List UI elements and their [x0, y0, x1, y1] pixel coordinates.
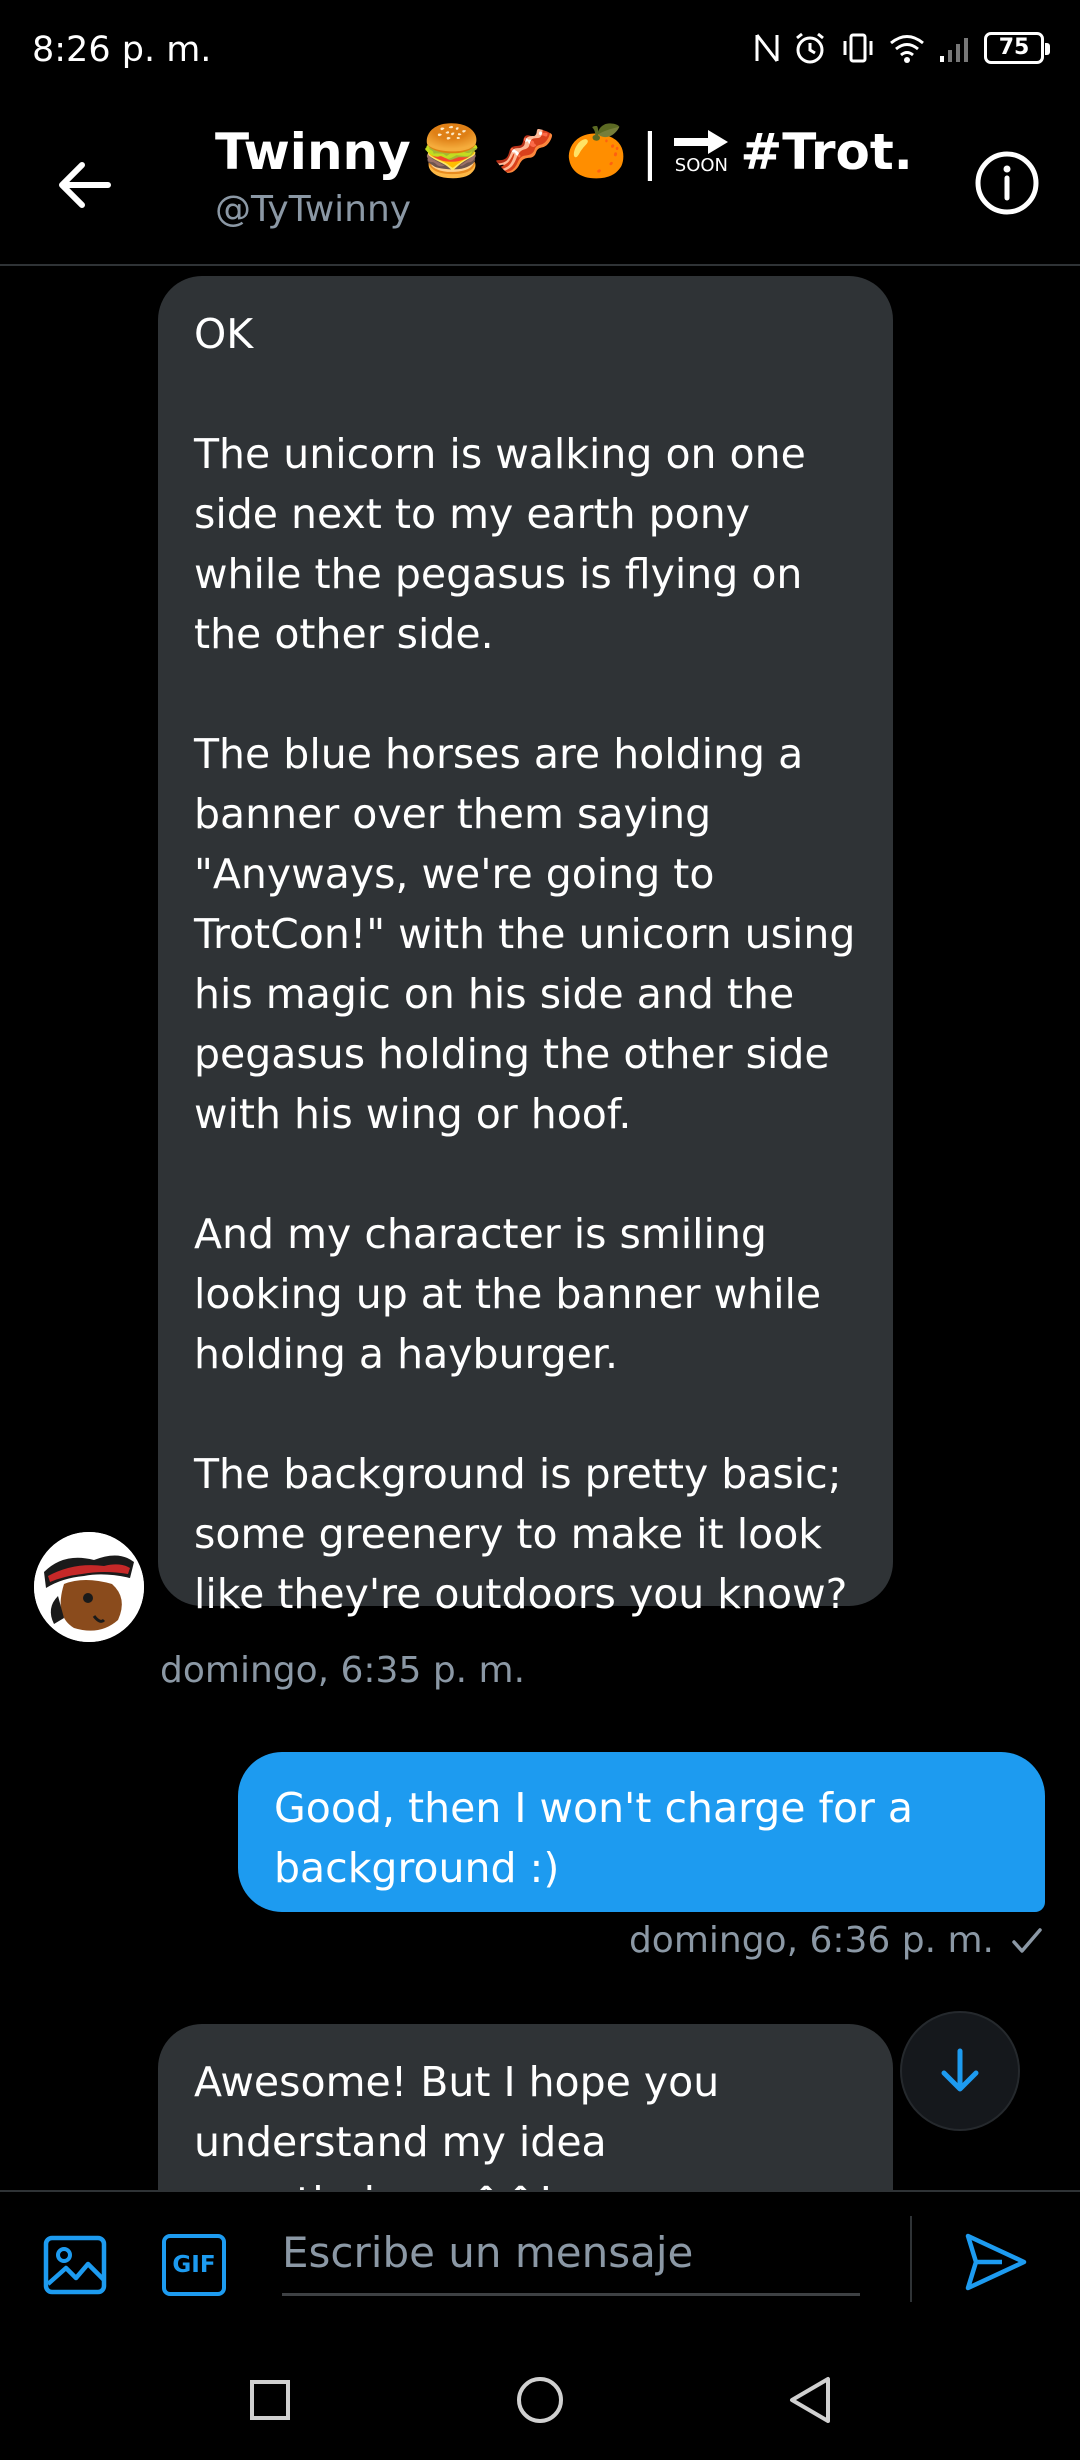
battery-indicator: 75 — [984, 32, 1050, 64]
conversation-title-area[interactable]: Twinny 🍔 🥓 🍊 | SOON #Trot... @TyTwinny — [215, 122, 935, 230]
outgoing-timestamp-row: domingo, 6:36 p. m. — [629, 1920, 1044, 1961]
message-timestamp: domingo, 6:35 p. m. — [160, 1650, 526, 1691]
soon-arrow-icon: SOON — [672, 128, 730, 176]
info-button[interactable] — [972, 148, 1042, 218]
title-hashtag: #Trot... — [740, 122, 915, 181]
dm-conversation-screen: 8:26 p. m. 75 Twinny 🍔 🥓 🍊 | SOON #Trot.… — [0, 0, 1080, 2460]
arrow-down-icon — [941, 2048, 979, 2092]
home-button[interactable] — [500, 2360, 580, 2440]
signal-icon — [940, 38, 968, 62]
composer-divider — [910, 2216, 912, 2302]
checkmark-icon — [1012, 1927, 1042, 1953]
conversation-title: Twinny 🍔 🥓 🍊 | SOON #Trot... — [215, 122, 915, 181]
sender-avatar[interactable] — [34, 1532, 144, 1642]
gif-button[interactable]: GIF — [162, 2234, 226, 2296]
triangle-back-icon — [790, 2377, 830, 2423]
incoming-message-bubble[interactable]: OK The unicorn is walking on one side ne… — [158, 276, 893, 1618]
burger-emoji: 🍔 — [420, 122, 483, 180]
conversation-handle: @TyTwinny — [215, 189, 412, 230]
send-icon — [965, 2233, 1027, 2291]
circle-icon — [517, 2377, 563, 2423]
back-button[interactable] — [50, 150, 120, 220]
outgoing-message-bubble[interactable]: Good, then I won't charge for a backgrou… — [238, 1752, 1045, 1912]
nfc-icon — [755, 34, 779, 62]
alarm-icon — [796, 32, 824, 64]
system-navigation-bar — [0, 2340, 1080, 2460]
recents-button[interactable] — [230, 2360, 310, 2440]
square-icon — [250, 2380, 290, 2420]
orange-emoji: 🍊 — [565, 122, 628, 180]
status-bar: 8:26 p. m. 75 — [0, 0, 1080, 100]
vibrate-icon — [843, 33, 873, 63]
message-timestamp: domingo, 6:36 p. m. — [628, 1920, 994, 1961]
message-list[interactable]: OK The unicorn is walking on one side ne… — [0, 268, 1080, 2190]
title-name: Twinny — [215, 122, 411, 181]
status-icons: 75 — [754, 26, 1050, 70]
wifi-icon — [890, 35, 924, 63]
image-icon — [43, 2235, 107, 2295]
system-back-button[interactable] — [770, 2360, 850, 2440]
message-input[interactable] — [282, 2212, 860, 2296]
soon-label: SOON — [674, 154, 728, 176]
incoming-message-bubble[interactable]: Awesome! But I hope you understand my id… — [158, 2024, 893, 2190]
pony-avatar-image — [34, 1532, 144, 1642]
add-media-button[interactable] — [42, 2232, 108, 2298]
info-circle-icon — [975, 151, 1039, 215]
scroll-to-bottom-button[interactable] — [900, 2011, 1020, 2131]
message-composer: GIF — [0, 2190, 1080, 2340]
send-button[interactable] — [962, 2228, 1030, 2296]
status-time: 8:26 p. m. — [32, 30, 212, 70]
conversation-header: Twinny 🍔 🥓 🍊 | SOON #Trot... @TyTwinny — [0, 100, 1080, 266]
bacon-emoji: 🥓 — [493, 122, 556, 180]
arrow-left-icon — [59, 162, 111, 208]
title-separator: | — [641, 122, 659, 181]
